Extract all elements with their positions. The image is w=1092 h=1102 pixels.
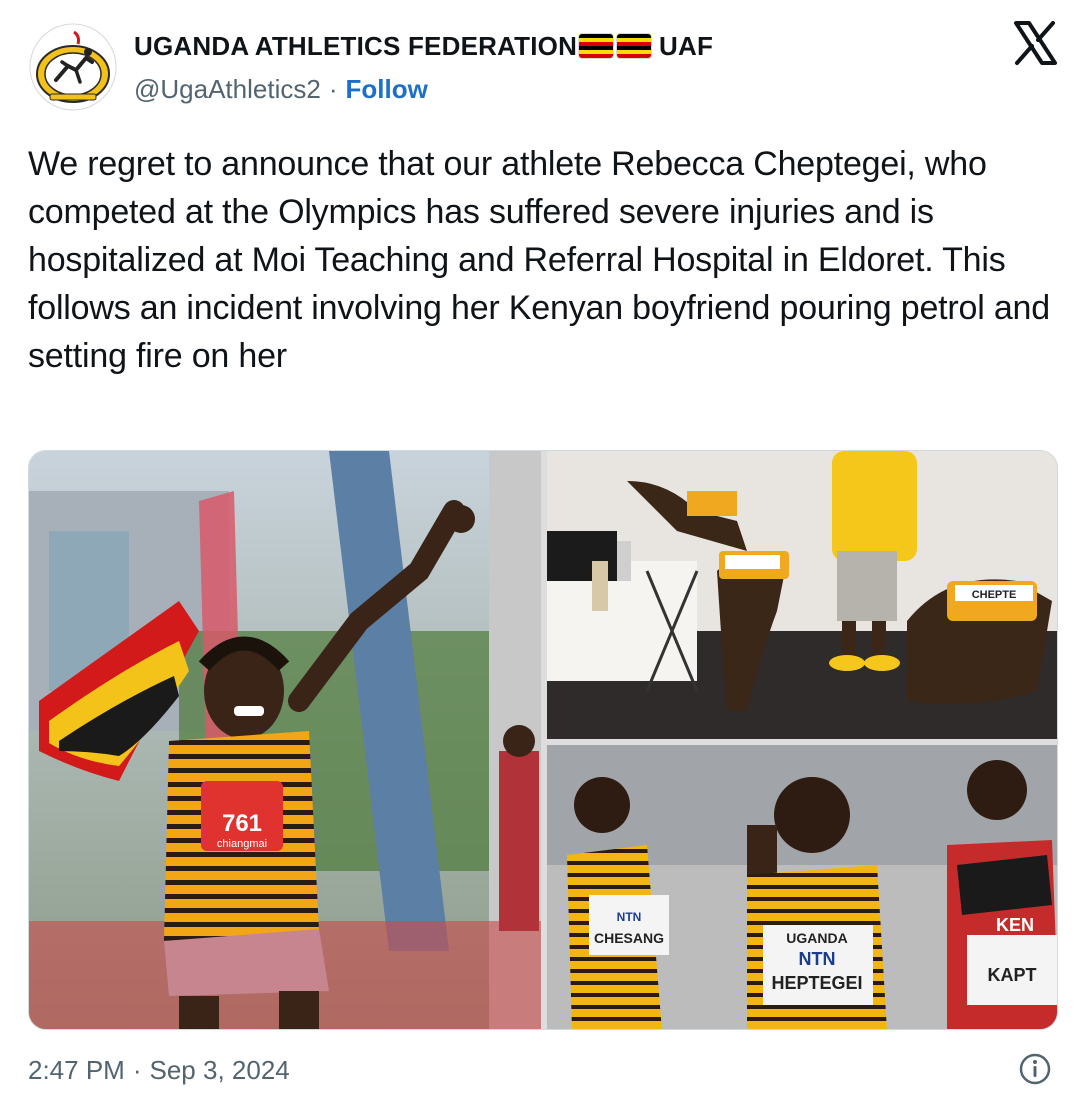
uganda-flag-icon: [617, 34, 652, 58]
display-name[interactable]: UGANDA ATHLETICS FEDERATION: [134, 31, 577, 62]
tweet-card: UGANDA ATHLETICS FEDERATION UAF @UgaAthl…: [0, 0, 1092, 1102]
separator-dot: ·: [132, 1054, 142, 1085]
bib-cheptegei: HEPTEGEI: [771, 973, 862, 993]
bib-text: CHEPTE: [972, 589, 1017, 601]
account-handle[interactable]: @UgaAthletics2: [134, 74, 321, 105]
photo-runner-celebrating[interactable]: 761 chiangmai: [29, 451, 541, 1029]
uaf-logo-icon: [29, 23, 117, 111]
bib-ken: KEN: [996, 915, 1034, 935]
handle-row: @UgaAthletics2 · Follow: [134, 72, 428, 106]
separator-dot: ·: [328, 73, 338, 104]
bib-ntn-1: NTN: [617, 910, 642, 924]
media-grid: 761 chiangmai CHEPTE NTN CHESANG UGANDA …: [28, 450, 1058, 1030]
photo-athletes-racing[interactable]: NTN CHESANG UGANDA NTN HEPTEGEI KEN KAPT: [547, 745, 1057, 1029]
tweet-time[interactable]: 2:47 PM: [28, 1055, 125, 1086]
name-suffix: UAF: [659, 30, 714, 61]
bib-number: 761: [222, 810, 262, 837]
photo-athletes-stretching[interactable]: CHEPTE: [547, 451, 1057, 739]
tweet-timestamp[interactable]: 2:47 PM · Sep 3, 2024: [28, 1052, 290, 1088]
bib-kapt: KAPT: [988, 965, 1037, 985]
tweet-text: We regret to announce that our athlete R…: [28, 145, 1050, 375]
account-name-row[interactable]: UGANDA ATHLETICS FEDERATION UAF: [134, 28, 713, 64]
bib-chesang: CHESANG: [594, 930, 664, 946]
uaf-logo-avatar[interactable]: [28, 22, 118, 112]
bib-uganda: UGANDA: [786, 930, 847, 946]
uganda-flag-icon: [579, 34, 614, 58]
bib-sponsor: chiangmai: [217, 838, 267, 850]
follow-button[interactable]: Follow: [345, 74, 427, 105]
uganda-flags: [577, 34, 652, 58]
info-icon[interactable]: [1018, 1052, 1052, 1086]
x-logo-icon[interactable]: [1012, 20, 1058, 66]
bib-ntn-2: NTN: [799, 949, 836, 969]
tweet-date[interactable]: Sep 3, 2024: [150, 1055, 290, 1086]
